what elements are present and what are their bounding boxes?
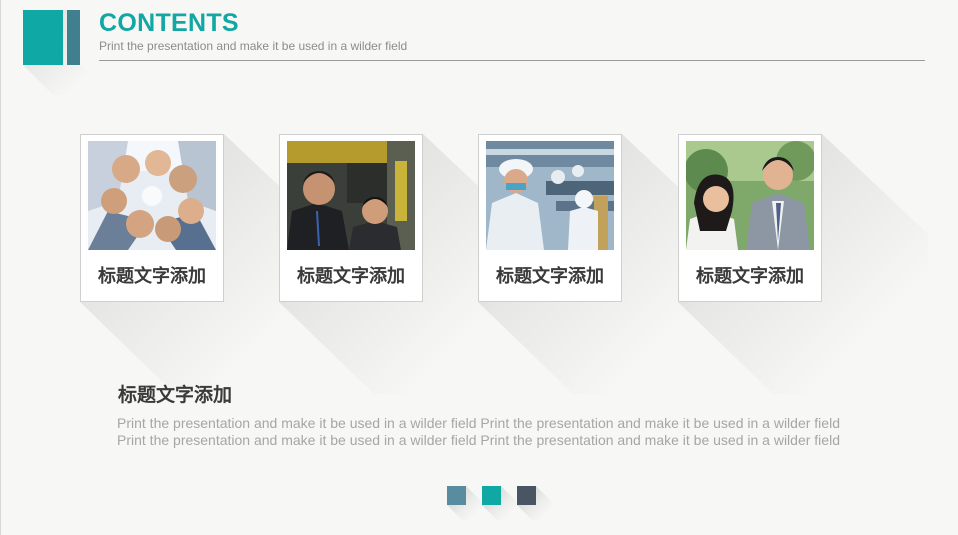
logo-bar-teal <box>23 10 63 65</box>
pager-square-fill <box>482 486 501 505</box>
card-title: 标题文字添加 <box>98 266 206 286</box>
logo-bar-slate <box>67 10 80 65</box>
card-4[interactable]: 标题文字添加 <box>678 134 928 394</box>
header-divider <box>99 60 925 61</box>
card-3[interactable]: 标题文字添加 <box>478 134 728 394</box>
card-frame: 标题文字添加 <box>80 134 224 302</box>
card-title: 标题文字添加 <box>496 266 604 286</box>
page-subtitle: Print the presentation and make it be us… <box>99 39 408 53</box>
card-1[interactable]: 标题文字添加 <box>80 134 330 394</box>
pager-square-fill <box>517 486 536 505</box>
card-photo <box>287 141 415 250</box>
card-title: 标题文字添加 <box>696 266 804 286</box>
slide-left-border <box>0 0 1 535</box>
card-frame: 标题文字添加 <box>478 134 622 302</box>
pager-square-fill <box>447 486 466 505</box>
card-photo <box>486 141 614 250</box>
card-photo <box>88 141 216 250</box>
card-2[interactable]: 标题文字添加 <box>279 134 529 394</box>
pager-square-3[interactable] <box>517 486 551 520</box>
card-photo <box>686 141 814 250</box>
card-frame: 标题文字添加 <box>678 134 822 302</box>
section-body-text: Print the presentation and make it be us… <box>117 415 840 449</box>
card-title: 标题文字添加 <box>297 266 405 286</box>
page-title: CONTENTS <box>99 9 239 37</box>
section-heading: 标题文字添加 <box>118 385 233 406</box>
pager-square-2[interactable] <box>482 486 516 520</box>
card-frame: 标题文字添加 <box>279 134 423 302</box>
pager-square-1[interactable] <box>447 486 481 520</box>
